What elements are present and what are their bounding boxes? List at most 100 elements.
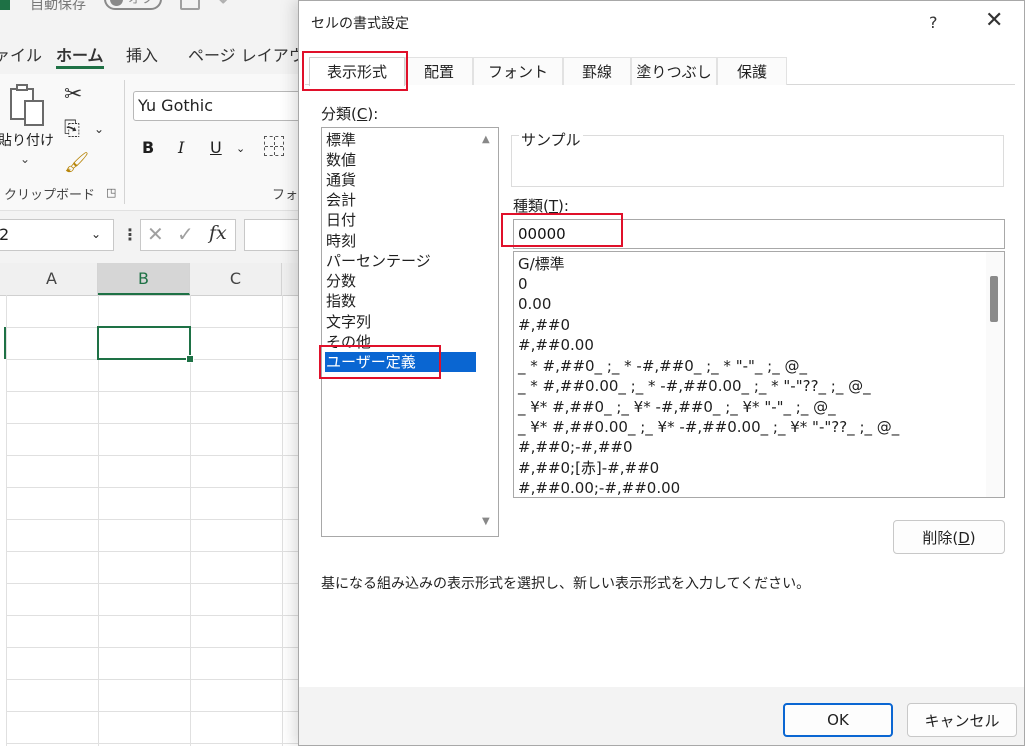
gridline — [6, 711, 300, 712]
clipboard-clip-shape — [16, 84, 28, 91]
category-item-fraction[interactable]: 分数 — [325, 271, 476, 291]
format-item[interactable]: _ ¥* #,##0_ ;_ ¥* -#,##0_ ;_ ¥* "-"_ ;_ … — [518, 397, 836, 417]
format-item[interactable]: G/標準 — [518, 254, 565, 274]
category-item-currency[interactable]: 通貨 — [325, 170, 476, 190]
format-item[interactable]: 0.00 — [518, 294, 551, 314]
sample-label: サンプル — [519, 129, 583, 150]
autosave-label: 自動保存 — [30, 0, 86, 13]
underline-button[interactable]: U — [210, 138, 222, 157]
format-list-scrollbar[interactable] — [986, 252, 1004, 497]
tab-home[interactable]: ホーム — [56, 42, 104, 70]
tab-file[interactable]: ァイル — [0, 42, 42, 70]
cancel-button[interactable]: キャンセル — [907, 703, 1017, 737]
annotation-highlight-category — [319, 345, 441, 379]
autosave-toggle[interactable]: オフ — [104, 0, 162, 10]
underline-chevron-down-icon[interactable]: ⌄ — [236, 142, 245, 155]
gridline — [6, 487, 300, 488]
paste-icon[interactable] — [10, 84, 44, 126]
help-button[interactable]: ? — [929, 13, 938, 32]
format-item[interactable]: #,##0.00;-#,##0.00 — [518, 478, 680, 497]
clipboard-sheet-shape — [24, 100, 44, 126]
enter-check-icon[interactable]: ✓ — [177, 222, 194, 246]
format-code-list[interactable]: G/標準 0 0.00 #,##0 #,##0.00 _ * #,##0_ ;_… — [513, 251, 1005, 498]
formula-buttons: ✕ ✓ fx — [140, 219, 236, 251]
italic-button[interactable]: I — [178, 138, 184, 157]
tab-insert[interactable]: 挿入 — [126, 42, 158, 70]
save-icon[interactable] — [180, 0, 200, 10]
column-header-b[interactable]: B — [98, 263, 190, 295]
category-item-number[interactable]: 数値 — [325, 150, 476, 170]
cancel-x-icon[interactable]: ✕ — [147, 222, 164, 246]
close-icon[interactable]: ✕ — [985, 9, 1003, 33]
format-painter-icon[interactable]: 🖌 — [64, 150, 89, 174]
category-item-time[interactable]: 時刻 — [325, 231, 476, 251]
scissors-icon[interactable]: ✂ — [64, 82, 82, 107]
gridline — [6, 391, 300, 392]
excel-app-icon — [0, 0, 10, 10]
format-item[interactable]: _ * #,##0.00_ ;_ * -#,##0.00_ ;_ * "-"??… — [518, 376, 871, 396]
active-row-marker — [4, 327, 6, 359]
undo-icon[interactable]: ↶ — [218, 0, 236, 13]
chevron-down-icon[interactable]: ⌄ — [91, 227, 101, 241]
format-item[interactable]: #,##0.00 — [518, 335, 594, 355]
gridline — [6, 295, 7, 746]
category-list[interactable]: 標準 数値 通貨 会計 日付 時刻 パーセンテージ 分数 指数 文字列 その他 … — [321, 127, 499, 537]
tab-font[interactable]: フォント — [473, 57, 563, 85]
tab-protection[interactable]: 保護 — [717, 57, 787, 85]
gridline — [6, 647, 300, 648]
column-header-c[interactable]: C — [190, 263, 282, 295]
insert-function-icon[interactable]: fx — [209, 222, 227, 244]
clipboard-group-label: クリップボード — [4, 188, 96, 203]
category-item-scientific[interactable]: 指数 — [325, 291, 476, 311]
category-item-accounting[interactable]: 会計 — [325, 190, 476, 210]
sample-group — [511, 135, 1004, 187]
category-label-prefix: 分類( — [321, 105, 357, 123]
more-options-icon[interactable]: ⋮ — [122, 225, 138, 244]
dialog-description: 基になる組み込みの表示形式を選択し、新しい表示形式を入力してください。 — [321, 576, 811, 592]
bold-button[interactable]: B — [142, 138, 154, 157]
annotation-highlight-type — [501, 213, 623, 247]
format-item[interactable]: #,##0;[赤]-#,##0 — [518, 458, 659, 478]
format-item[interactable]: #,##0 — [518, 315, 570, 335]
borders-icon[interactable] — [264, 136, 284, 156]
scroll-down-icon[interactable]: ▼ — [482, 516, 490, 527]
delete-label-suffix: ) — [969, 528, 976, 547]
category-item-text[interactable]: 文字列 — [325, 312, 476, 332]
tab-border[interactable]: 罫線 — [563, 57, 631, 85]
gridline — [6, 551, 300, 552]
category-label-suffix: ): — [367, 105, 379, 123]
format-item[interactable]: _ ¥* #,##0.00_ ;_ ¥* -#,##0.00_ ;_ ¥* "-… — [518, 417, 899, 437]
ribbon: 貼り付け ⌄ ✂ ⎘ ⌄ 🖌 クリップボード ◳ Yu Gothic B I U… — [0, 74, 324, 211]
delete-access-key: D — [958, 528, 970, 547]
format-item[interactable]: #,##0;-#,##0 — [518, 437, 633, 457]
fill-handle[interactable] — [186, 355, 194, 363]
format-item[interactable]: _ * #,##0_ ;_ * -#,##0_ ;_ * "-"_ ;_ @_ — [518, 356, 807, 376]
copy-chevron-down-icon[interactable]: ⌄ — [94, 122, 104, 136]
category-access-key: C — [356, 105, 368, 123]
tab-fill[interactable]: 塗りつぶし — [631, 57, 717, 85]
ok-button[interactable]: OK — [783, 703, 893, 737]
format-item[interactable]: 0 — [518, 274, 528, 294]
delete-button[interactable]: 削除(D) — [893, 520, 1005, 554]
font-name-value: Yu Gothic — [138, 96, 214, 115]
tab-alignment[interactable]: 配置 — [405, 57, 473, 85]
paste-button-label[interactable]: 貼り付け — [0, 130, 54, 150]
font-name-combo[interactable]: Yu Gothic — [133, 91, 323, 121]
category-item-date[interactable]: 日付 — [325, 210, 476, 230]
category-item-percentage[interactable]: パーセンテージ — [325, 251, 476, 271]
category-label: 分類(C): — [321, 103, 378, 124]
column-header-a[interactable]: A — [6, 263, 98, 295]
active-cell[interactable] — [97, 326, 191, 360]
paste-chevron-down-icon[interactable]: ⌄ — [20, 152, 30, 166]
gridline — [6, 423, 300, 424]
category-item-general[interactable]: 標準 — [325, 130, 476, 150]
scrollbar-thumb[interactable] — [990, 276, 998, 322]
dialog-launcher-icon[interactable]: ◳ — [106, 186, 116, 199]
name-box[interactable]: 2 ⌄ — [0, 219, 114, 251]
worksheet-grid[interactable]: A B C — [0, 263, 300, 746]
autosave-state: オフ — [128, 0, 154, 7]
scroll-up-icon[interactable]: ▲ — [482, 134, 490, 145]
copy-icon[interactable]: ⎘ — [64, 116, 80, 140]
ribbon-tabs: ァイル ホーム 挿入 ページ レイアウト — [0, 42, 321, 70]
gridline — [6, 743, 300, 744]
